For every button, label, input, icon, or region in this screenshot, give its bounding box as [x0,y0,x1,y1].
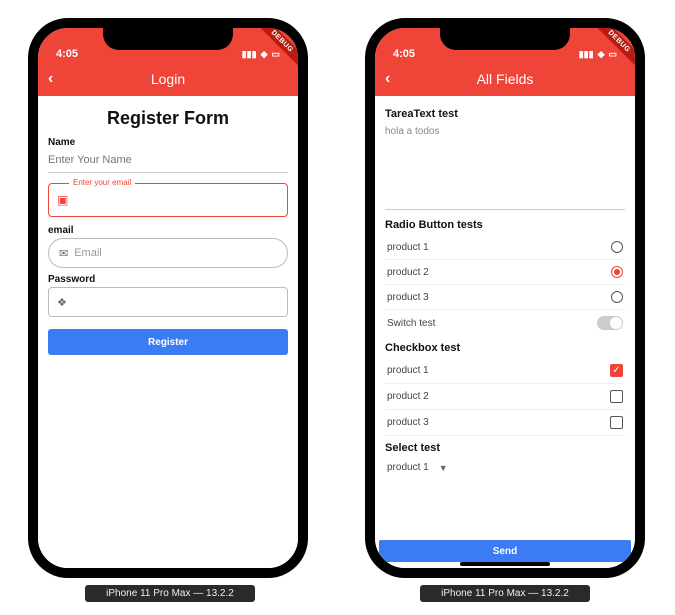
register-button[interactable]: Register [48,329,288,355]
header-title: Login [151,71,185,87]
outlined-email-field[interactable]: Enter your email ▣ [48,183,288,217]
checkbox-icon [610,416,623,429]
checkbox-option-label: product 1 [387,365,429,376]
textarea-label: TareaText test [385,108,625,120]
person-icon: ▣ [57,193,68,207]
checkbox-option-2[interactable]: product 3 [385,410,625,436]
app-header: ‹ Login [38,62,298,96]
radio-icon [611,291,623,303]
textarea-input[interactable] [385,124,625,210]
status-icons: ▮▮▮ ◆ ▭ [579,49,617,60]
email-input[interactable]: ✉ Email [48,238,288,268]
name-input[interactable] [48,150,288,173]
header-title: All Fields [477,71,534,87]
name-label: Name [48,137,288,148]
email-label: email [48,225,288,236]
checkbox-option-1[interactable]: product 2 [385,384,625,410]
screen-login: Register Form Name Enter your email ▣ em… [38,96,298,568]
switch-row[interactable]: Switch test [385,310,625,336]
select-value: product 1 [387,462,429,473]
device-caption-left: iPhone 11 Pro Max — 13.2.2 [85,585,255,602]
clock: 4:05 [393,48,415,60]
app-header: ‹ All Fields [375,62,635,96]
notch [103,26,233,50]
select-label: Select test [385,442,625,454]
outlined-floating-label: Enter your email [69,178,135,187]
home-indicator [460,562,550,566]
radio-option-label: product 3 [387,292,429,303]
phone-left: DEBUG 4:05 ▮▮▮ ◆ ▭ ‹ Login Register Form… [28,18,308,578]
wifi-icon: ◆ [261,49,268,60]
signal-icon: ▮▮▮ [242,49,257,60]
radio-icon [611,241,623,253]
back-icon[interactable]: ‹ [48,70,53,88]
clock: 4:05 [56,48,78,60]
radio-option-0[interactable]: product 1 [385,235,625,260]
radio-option-label: product 2 [387,267,429,278]
shield-icon: ❖ [57,296,67,309]
checkbox-group-label: Checkbox test [385,342,625,354]
checkbox-option-0[interactable]: product 1 ✓ [385,358,625,384]
radio-option-label: product 1 [387,242,429,253]
status-icons: ▮▮▮ ◆ ▭ [242,49,280,60]
notch [440,26,570,50]
wifi-icon: ◆ [598,49,605,60]
signal-icon: ▮▮▮ [579,49,594,60]
checkbox-option-label: product 3 [387,417,429,428]
select-input[interactable]: product 1 ▼ [385,458,625,473]
checkbox-icon-checked: ✓ [610,364,623,377]
battery-icon: ▭ [271,49,280,60]
email-placeholder: Email [74,247,102,259]
password-label: Password [48,274,288,285]
screen-all-fields: TareaText test Radio Button tests produc… [375,96,635,568]
send-button[interactable]: Send [379,540,631,562]
back-icon[interactable]: ‹ [385,70,390,88]
radio-option-1[interactable]: product 2 [385,260,625,285]
radio-option-2[interactable]: product 3 [385,285,625,310]
form-title: Register Form [48,108,288,129]
battery-icon: ▭ [608,49,617,60]
switch-label: Switch test [387,318,435,329]
phone-right: DEBUG 4:05 ▮▮▮ ◆ ▭ ‹ All Fields TareaTex… [365,18,645,578]
chevron-down-icon: ▼ [439,463,448,473]
mail-icon: ✉ [59,247,68,260]
checkbox-option-label: product 2 [387,391,429,402]
radio-icon-selected [611,266,623,278]
radio-group-label: Radio Button tests [385,219,625,231]
device-caption-right: iPhone 11 Pro Max — 13.2.2 [420,585,590,602]
checkbox-icon [610,390,623,403]
switch-toggle[interactable] [597,316,623,330]
password-input[interactable]: ❖ [48,287,288,317]
